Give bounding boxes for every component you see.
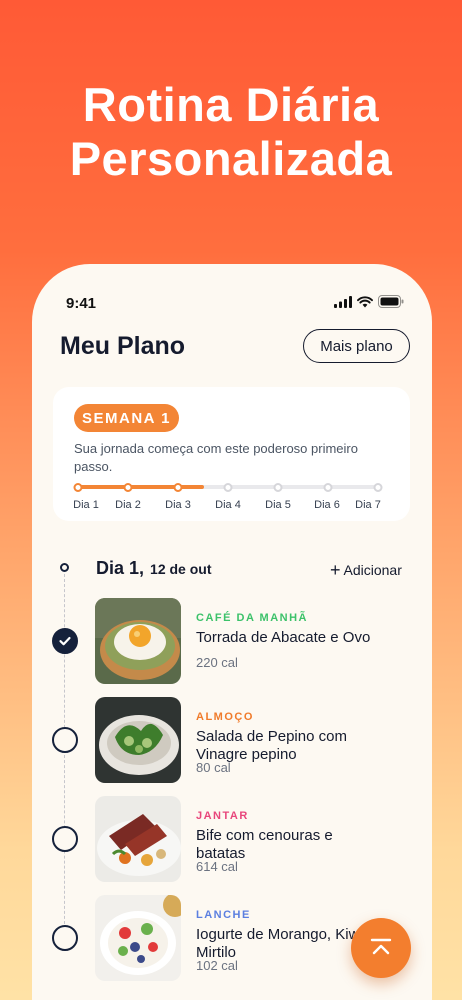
status-bar: 9:41: [32, 264, 432, 334]
day-label-1[interactable]: Dia 1: [73, 499, 99, 511]
phone-screen: 9:41 Meu Plano Mais plano SEMANA 1 Sua j…: [32, 264, 432, 1000]
meal-item-breakfast[interactable]: CAFÉ DA MANHÃ Torrada de Abacate e Ovo 2…: [32, 598, 432, 684]
add-meal-label: Adicionar: [343, 562, 402, 578]
progress-dot-day-4[interactable]: [223, 482, 233, 492]
meal-image-lunch: [95, 697, 181, 783]
page-title: Meu Plano: [60, 332, 186, 360]
progress-dot-day-3[interactable]: [173, 482, 183, 492]
meal-name-dinner-line-1: Bife com cenouras e: [196, 827, 333, 844]
day-label-6[interactable]: Dia 6: [314, 499, 340, 511]
meal-type-snack: LANCHE: [196, 909, 251, 921]
meal-item-dinner[interactable]: JANTAR Bife com cenouras e batatas 614 c…: [32, 796, 432, 882]
meal-checkbox-lunch[interactable]: [52, 727, 78, 753]
week-progress-track: [73, 482, 383, 492]
week-progress-fill: [78, 485, 204, 489]
meal-checkbox-dinner[interactable]: [52, 826, 78, 852]
wifi-icon: [357, 295, 373, 313]
progress-dot-day-2[interactable]: [123, 482, 133, 492]
more-plan-button[interactable]: Mais plano: [303, 329, 410, 363]
day-label-3[interactable]: Dia 3: [165, 499, 191, 511]
meal-type-lunch: ALMOÇO: [196, 711, 254, 723]
progress-dot-day-6[interactable]: [323, 482, 333, 492]
meal-type-breakfast: CAFÉ DA MANHÃ: [196, 612, 308, 624]
status-icons: [334, 295, 404, 313]
meal-image-breakfast: [95, 598, 181, 684]
meal-item-lunch[interactable]: ALMOÇO Salada de Pepino com Vinagre pepi…: [32, 697, 432, 783]
meal-calories-lunch: 80 cal: [196, 760, 231, 775]
day-label-2[interactable]: Dia 2: [115, 499, 141, 511]
day-title: Dia 1,: [96, 558, 145, 578]
day-label-5[interactable]: Dia 5: [265, 499, 291, 511]
meal-calories-dinner: 614 cal: [196, 859, 238, 874]
meal-name-lunch-line-1: Salada de Pepino com: [196, 728, 347, 745]
week-description: Sua jornada começa com este poderoso pri…: [74, 441, 358, 474]
week-badge: SEMANA 1: [74, 404, 179, 432]
meal-name-breakfast: Torrada de Abacate e Ovo: [196, 629, 371, 646]
meal-name-lunch: Salada de Pepino com Vinagre pepino: [196, 728, 406, 764]
signal-icon: [334, 295, 352, 313]
meal-name-dinner: Bife com cenouras e batatas: [196, 827, 406, 863]
meal-calories-breakfast: 220 cal: [196, 655, 238, 670]
headline: Rotina Diária Personalizada: [0, 78, 462, 186]
battery-icon: [378, 295, 404, 313]
day-label-7[interactable]: Dia 7: [355, 499, 381, 511]
scroll-to-top-icon: [370, 938, 392, 955]
week-card: SEMANA 1 Sua jornada começa com este pod…: [53, 387, 410, 521]
status-time: 9:41: [66, 295, 97, 312]
checkmark-icon: [59, 636, 71, 646]
meal-type-dinner: JANTAR: [196, 810, 249, 822]
day-date: 12 de out: [150, 561, 212, 577]
progress-dot-day-5[interactable]: [273, 482, 283, 492]
add-meal-button[interactable]: + Adicionar: [330, 560, 402, 581]
meal-checkbox-snack[interactable]: [52, 925, 78, 951]
meal-image-snack: [95, 895, 181, 981]
meal-calories-snack: 102 cal: [196, 958, 238, 973]
headline-line-2: Personalizada: [69, 132, 393, 185]
day-label-4[interactable]: Dia 4: [215, 499, 241, 511]
meal-image-dinner: [95, 796, 181, 882]
progress-dot-day-1[interactable]: [73, 482, 83, 492]
day-heading: Dia 1, 12 de out: [96, 558, 212, 579]
progress-dot-day-7[interactable]: [373, 482, 383, 492]
plus-icon: +: [330, 560, 341, 580]
headline-line-1: Rotina Diária: [82, 78, 380, 131]
timeline-day-marker: [60, 563, 69, 572]
meal-checkbox-breakfast[interactable]: [52, 628, 78, 654]
scroll-to-top-button[interactable]: [351, 918, 411, 978]
